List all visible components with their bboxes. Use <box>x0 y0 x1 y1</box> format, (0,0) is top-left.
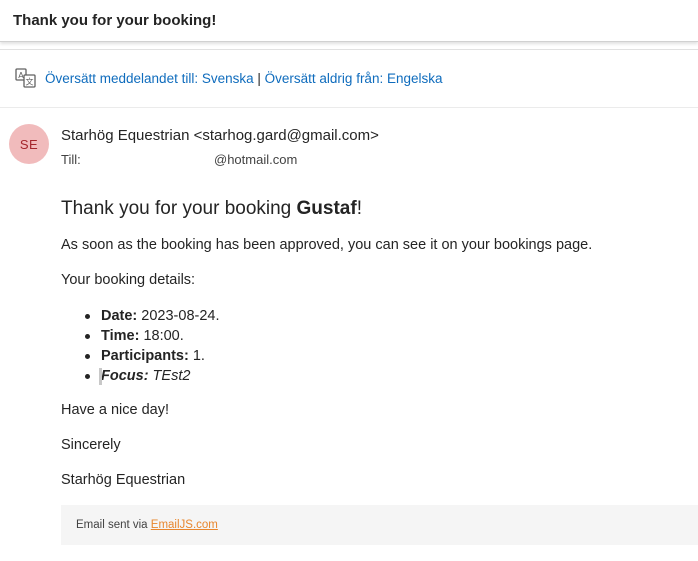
detail-label: Time: <box>101 328 140 344</box>
detail-value: 1. <box>188 348 205 364</box>
translate-bar: A 文 Översätt meddelandet till: Svenska |… <box>0 62 698 96</box>
email-footer: Email sent via EmailJS.com <box>61 505 698 545</box>
text-cursor-marker <box>99 368 102 385</box>
signoff-text: Sincerely <box>61 437 121 453</box>
detail-value: 18:00. <box>139 328 184 344</box>
emailjs-link[interactable]: EmailJS.com <box>151 519 218 531</box>
translate-to-swedish-link[interactable]: Översätt meddelandet till: Svenska <box>45 71 254 86</box>
approval-text: As soon as the booking has been approved… <box>61 237 593 253</box>
detail-value: TEst2 <box>148 368 191 384</box>
recipient-address[interactable]: @hotmail.com <box>214 152 297 167</box>
greeting-name: Gustaf <box>296 198 357 219</box>
header-divider <box>0 49 698 50</box>
details-heading: Your booking details: <box>61 272 196 288</box>
detail-value: 2023-08-24. <box>137 308 220 324</box>
email-header: Thank you for your booking! <box>0 0 698 42</box>
detail-label: Focus: <box>101 368 149 384</box>
email-body: Thank you for your booking Gustaf! As so… <box>61 198 691 488</box>
list-item: Focus: TEst2 <box>61 366 220 386</box>
list-item: Date: 2023-08-24. <box>61 306 220 326</box>
closing-text: Have a nice day! <box>61 402 170 418</box>
translate-icon[interactable]: A 文 <box>15 67 37 89</box>
list-item: Time: 18:00. <box>61 326 220 346</box>
detail-label: Date: <box>101 308 138 324</box>
section-divider <box>0 107 698 108</box>
svg-text:文: 文 <box>26 77 34 87</box>
list-item: Participants: 1. <box>61 346 220 366</box>
email-subject: Thank you for your booking! <box>13 12 217 29</box>
recipient-label: Till: <box>61 152 81 167</box>
greeting: Thank you for your booking Gustaf! <box>61 198 691 220</box>
greeting-text: Thank you for your booking <box>61 198 297 219</box>
recipient-redaction <box>137 154 214 167</box>
booking-details-list: Date: 2023-08-24. Time: 18:00. Participa… <box>61 306 220 386</box>
recipient-row: Till: @hotmail.com <box>61 152 297 167</box>
signature-text: Starhög Equestrian <box>61 472 186 488</box>
translate-options: Översätt meddelandet till: Svenska | Öve… <box>45 71 443 86</box>
translate-separator: | <box>257 71 261 86</box>
never-translate-english-link[interactable]: Översätt aldrig från: Engelska <box>265 71 443 86</box>
footer-prefix: Email sent via <box>76 519 151 531</box>
footer-text: Email sent via EmailJS.com <box>76 519 218 531</box>
detail-label: Participants: <box>101 348 189 364</box>
greeting-punctuation: ! <box>356 198 362 219</box>
sender-avatar[interactable]: SE <box>9 124 49 164</box>
sender-name[interactable]: Starhög Equestrian <starhog.gard@gmail.c… <box>61 127 379 144</box>
